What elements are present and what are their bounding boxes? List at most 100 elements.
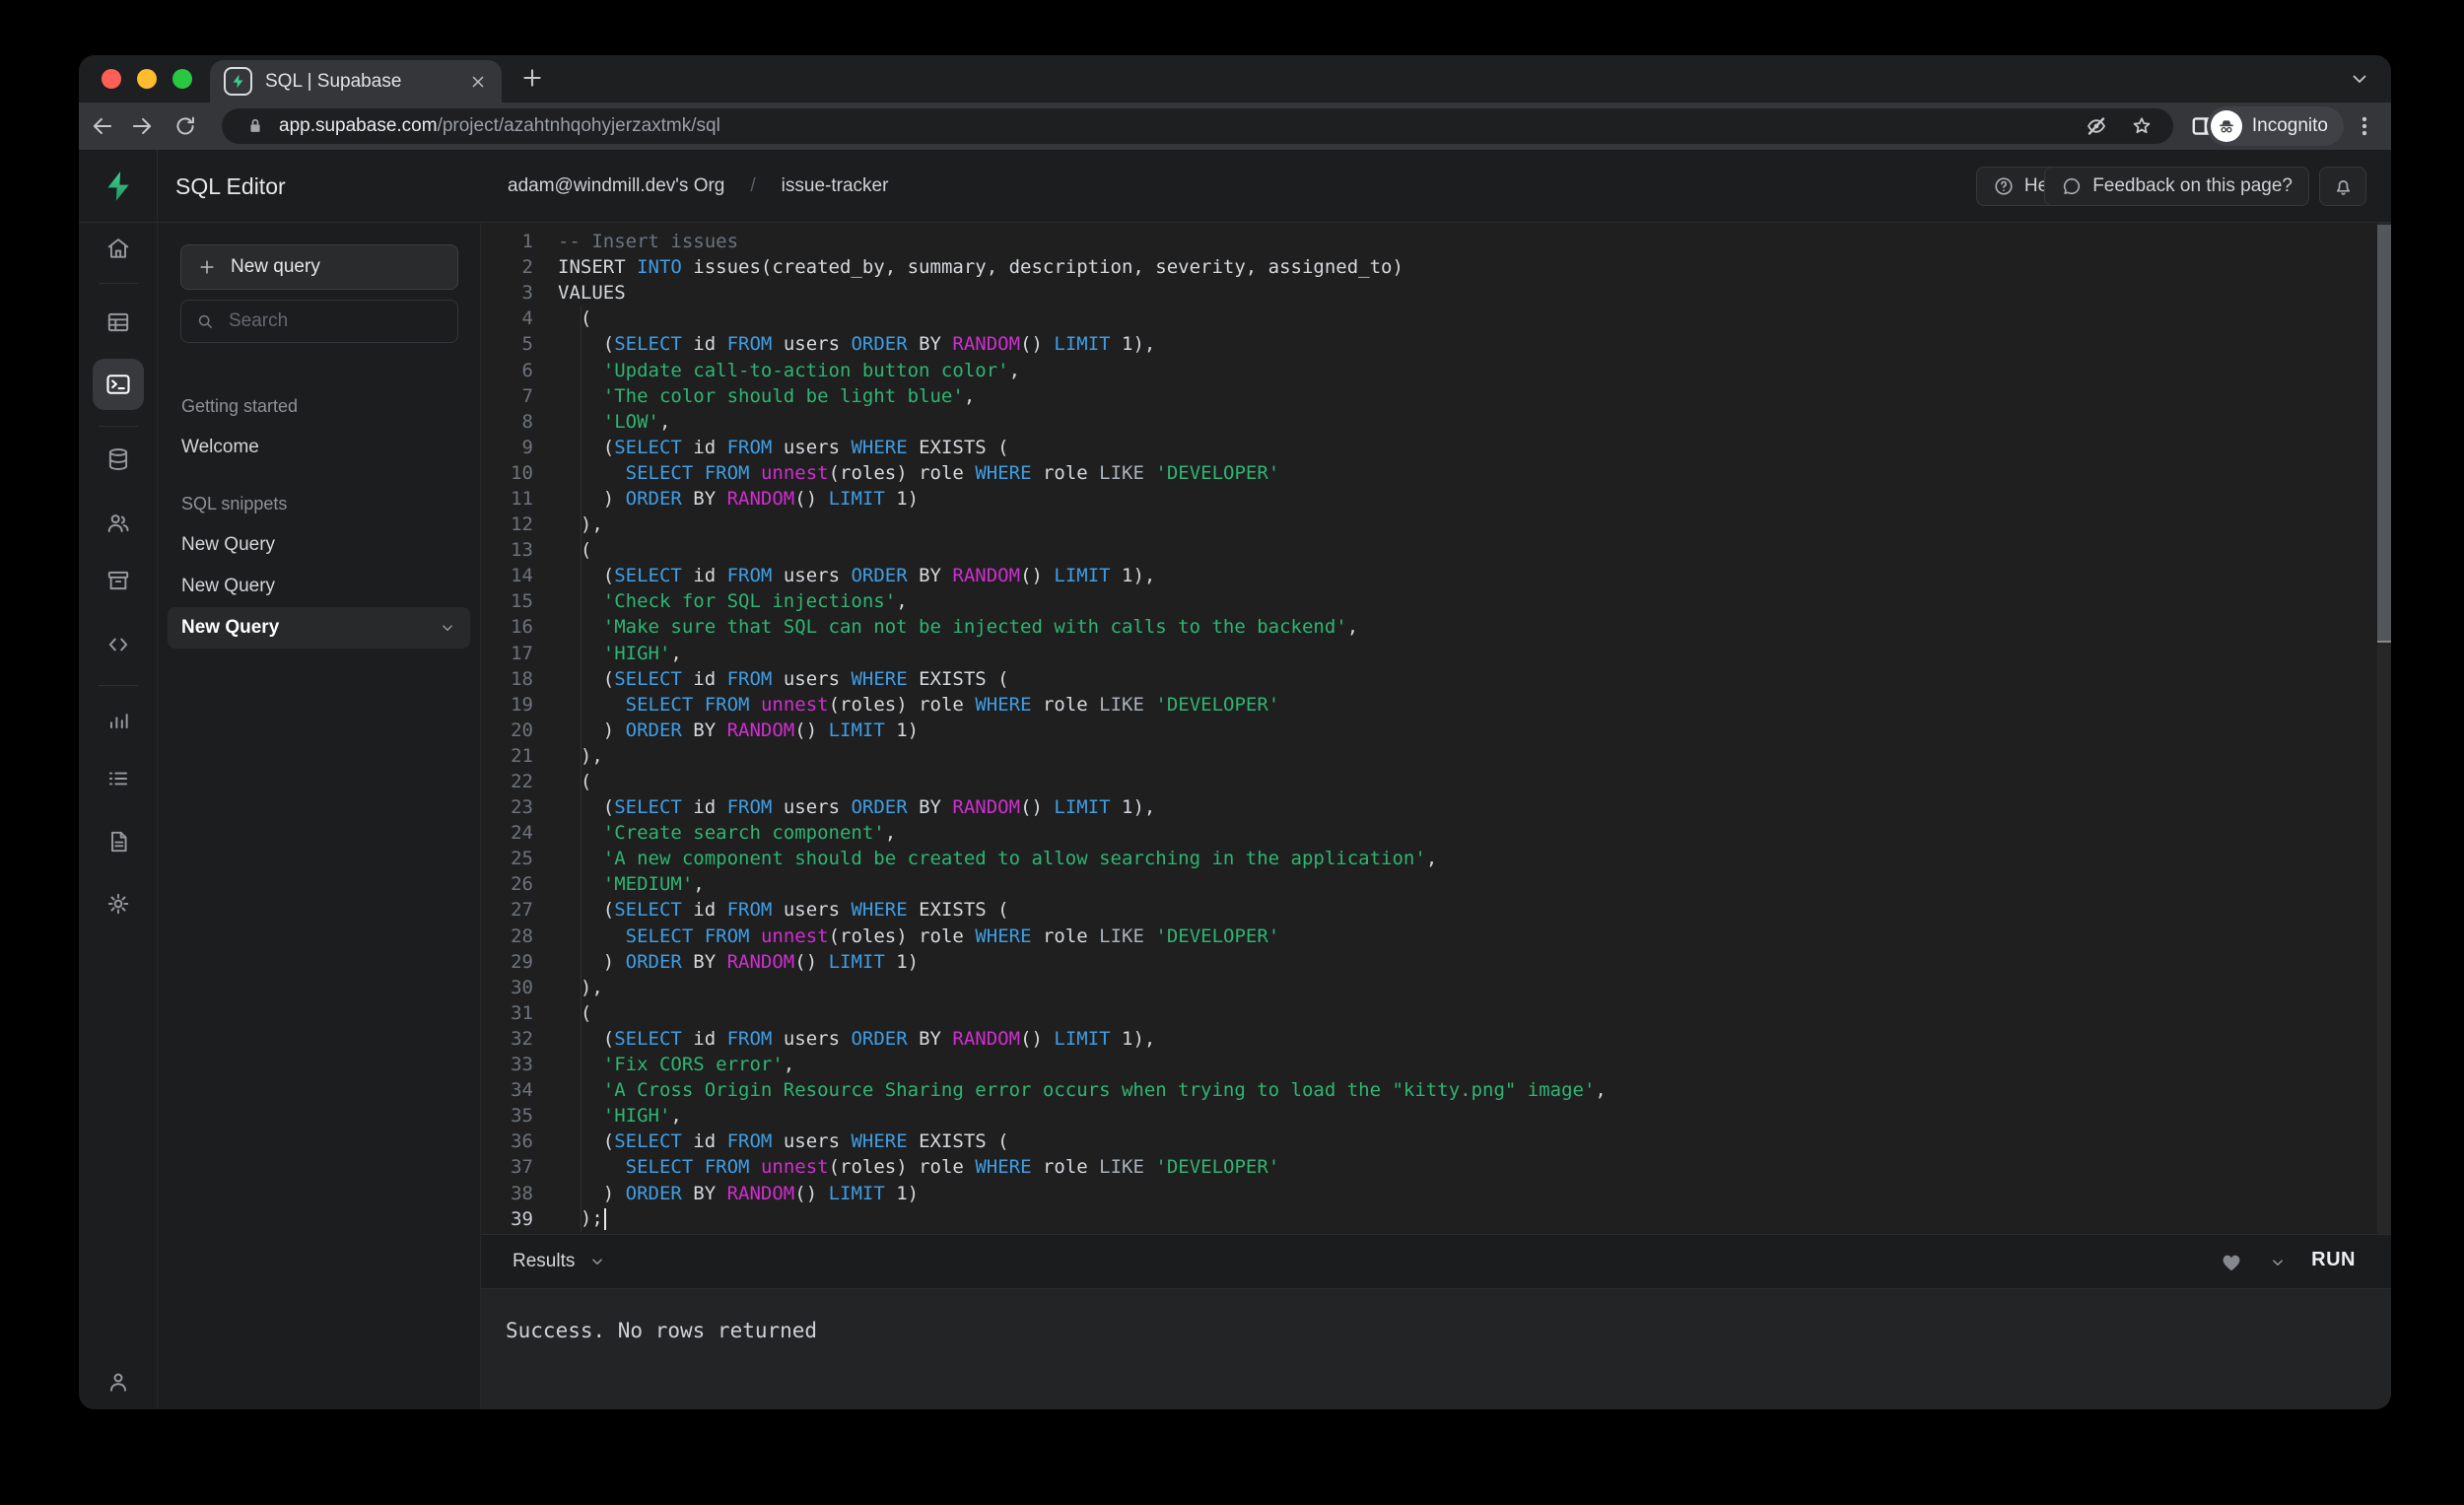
code-line[interactable]: 22 ( bbox=[481, 769, 2391, 794]
tab-search-icon[interactable] bbox=[2348, 67, 2371, 91]
code-line[interactable]: 2 INSERT INTO issues(created_by, summary,… bbox=[481, 254, 2391, 280]
kebab-menu-icon[interactable] bbox=[2352, 113, 2377, 139]
settings-icon[interactable] bbox=[105, 891, 131, 917]
edge-functions-icon[interactable] bbox=[105, 632, 131, 657]
snippet-item-label: New Query bbox=[181, 617, 280, 638]
sql-editor[interactable]: 1 -- Insert issues 2 INSERT INTO issues(cre… bbox=[481, 223, 2391, 1234]
table-editor-icon[interactable] bbox=[105, 309, 131, 335]
code-line[interactable]: 26 'MEDIUM', bbox=[481, 871, 2391, 897]
chevron-down-icon[interactable] bbox=[439, 619, 456, 637]
line-number: 12 bbox=[511, 513, 533, 536]
code-line[interactable]: 10 SELECT FROM unnest(roles) role WHERE … bbox=[481, 460, 2391, 486]
feedback-label: Feedback on this page? bbox=[2092, 175, 2293, 196]
code-line[interactable]: 9 (SELECT id FROM users WHERE EXISTS ( bbox=[481, 435, 2391, 460]
reload-icon[interactable] bbox=[172, 113, 198, 139]
code-line[interactable]: 29 ) ORDER BY RANDOM() LIMIT 1) bbox=[481, 949, 2391, 975]
breadcrumb-project[interactable]: issue-tracker bbox=[782, 175, 889, 197]
close-window-button[interactable] bbox=[102, 69, 121, 89]
chevron-down-icon bbox=[588, 1253, 606, 1270]
code-line[interactable]: 8 'LOW', bbox=[481, 409, 2391, 435]
code-line[interactable]: 33 'Fix CORS error', bbox=[481, 1052, 2391, 1077]
new-tab-icon[interactable] bbox=[518, 64, 546, 92]
forward-icon[interactable] bbox=[129, 113, 155, 139]
api-docs-icon[interactable] bbox=[105, 829, 131, 855]
url-bar[interactable]: app.supabase.com/project/azahtnhqohyjerz… bbox=[222, 108, 2173, 144]
logs-icon[interactable] bbox=[105, 766, 131, 791]
code-line[interactable]: 34 'A Cross Origin Resource Sharing erro… bbox=[481, 1077, 2391, 1103]
code-line[interactable]: 36 (SELECT id FROM users WHERE EXISTS ( bbox=[481, 1129, 2391, 1154]
search-input[interactable]: Search bbox=[180, 300, 458, 343]
code-line[interactable]: 7 'The color should be light blue', bbox=[481, 383, 2391, 409]
code-line[interactable]: 30 ), bbox=[481, 975, 2391, 1000]
snippet-item[interactable]: Welcome bbox=[168, 427, 470, 468]
code-line[interactable]: 21 ), bbox=[481, 743, 2391, 769]
code-line[interactable]: 39 ); bbox=[481, 1206, 2391, 1232]
close-tab-icon[interactable] bbox=[468, 72, 488, 92]
code-line[interactable]: 1 -- Insert issues bbox=[481, 229, 2391, 254]
code-line[interactable]: 32 (SELECT id FROM users ORDER BY RANDOM… bbox=[481, 1026, 2391, 1052]
code-line[interactable]: 19 SELECT FROM unnest(roles) role WHERE … bbox=[481, 692, 2391, 718]
code-line[interactable]: 27 (SELECT id FROM users WHERE EXISTS ( bbox=[481, 897, 2391, 923]
code-line[interactable]: 12 ), bbox=[481, 512, 2391, 537]
snippet-item[interactable]: New Query bbox=[168, 607, 470, 649]
storage-icon[interactable] bbox=[105, 568, 131, 593]
code-line[interactable]: 17 'HIGH', bbox=[481, 641, 2391, 666]
code-line[interactable]: 16 'Make sure that SQL can not be inject… bbox=[481, 614, 2391, 640]
code-line[interactable]: 5 (SELECT id FROM users ORDER BY RANDOM(… bbox=[481, 331, 2391, 357]
code-line[interactable]: 4 ( bbox=[481, 306, 2391, 331]
new-query-button[interactable]: New query bbox=[180, 244, 458, 290]
code-line[interactable]: 11 ) ORDER BY RANDOM() LIMIT 1) bbox=[481, 486, 2391, 512]
code-line[interactable]: 15 'Check for SQL injections', bbox=[481, 588, 2391, 614]
code-line[interactable]: 3 VALUES bbox=[481, 280, 2391, 306]
line-text: -- Insert issues bbox=[558, 231, 739, 253]
run-button[interactable]: RUN bbox=[2311, 1249, 2356, 1271]
home-icon[interactable] bbox=[105, 236, 131, 261]
line-number: 17 bbox=[511, 642, 533, 664]
line-number: 1 bbox=[521, 231, 533, 253]
back-icon[interactable] bbox=[90, 113, 115, 139]
supabase-favicon bbox=[224, 67, 252, 96]
code-line[interactable]: 14 (SELECT id FROM users ORDER BY RANDOM… bbox=[481, 563, 2391, 588]
code-line[interactable]: 23 (SELECT id FROM users ORDER BY RANDOM… bbox=[481, 794, 2391, 820]
breadcrumb-org[interactable]: adam@windmill.dev's Org bbox=[508, 175, 724, 197]
code-line[interactable]: 35 'HIGH', bbox=[481, 1103, 2391, 1129]
code-line[interactable]: 31 ( bbox=[481, 1000, 2391, 1026]
search-placeholder: Search bbox=[229, 310, 289, 331]
code-line[interactable]: 28 SELECT FROM unnest(roles) role WHERE … bbox=[481, 924, 2391, 949]
database-icon[interactable] bbox=[105, 446, 131, 472]
code-line[interactable]: 24 'Create search component', bbox=[481, 820, 2391, 846]
feedback-button[interactable]: Feedback on this page? bbox=[2044, 167, 2309, 206]
line-text: (SELECT id FROM users WHERE EXISTS ( bbox=[558, 667, 1009, 690]
browser-tab[interactable]: SQL | Supabase bbox=[210, 60, 502, 103]
zoom-window-button[interactable] bbox=[172, 69, 192, 89]
supabase-logo[interactable] bbox=[79, 150, 158, 223]
results-tab[interactable]: Results bbox=[513, 1251, 606, 1272]
snippet-item[interactable]: New Query bbox=[168, 566, 470, 607]
line-number: 24 bbox=[511, 822, 533, 845]
auth-users-icon[interactable] bbox=[104, 510, 131, 536]
chevron-down-icon[interactable] bbox=[2269, 1254, 2287, 1271]
heart-icon[interactable] bbox=[2220, 1251, 2243, 1274]
code-line[interactable]: 13 ( bbox=[481, 537, 2391, 563]
code-line[interactable]: 25 'A new component should be created to… bbox=[481, 846, 2391, 871]
code-line[interactable]: 18 (SELECT id FROM users WHERE EXISTS ( bbox=[481, 666, 2391, 692]
line-text: 'Check for SQL injections', bbox=[602, 590, 908, 613]
sql-editor-icon[interactable] bbox=[93, 359, 144, 410]
notifications-button[interactable] bbox=[2319, 167, 2366, 206]
code-line[interactable]: 6 'Update call-to-action button color', bbox=[481, 357, 2391, 382]
editor-scrollbar[interactable] bbox=[2377, 223, 2391, 1234]
code-line[interactable]: 20 ) ORDER BY RANDOM() LIMIT 1) bbox=[481, 718, 2391, 743]
snippet-item[interactable]: New Query bbox=[168, 524, 470, 566]
star-icon[interactable] bbox=[2130, 114, 2154, 138]
indent-guide bbox=[581, 306, 582, 1232]
line-number: 39 bbox=[511, 1207, 533, 1230]
scrollbar-thumb[interactable] bbox=[2377, 225, 2391, 643]
code-line[interactable]: 38 ) ORDER BY RANDOM() LIMIT 1) bbox=[481, 1180, 2391, 1205]
minimize-window-button[interactable] bbox=[137, 69, 157, 89]
reports-icon[interactable] bbox=[105, 707, 131, 732]
account-icon[interactable] bbox=[105, 1369, 131, 1395]
eye-off-icon[interactable] bbox=[2085, 114, 2108, 138]
code-line[interactable]: 37 SELECT FROM unnest(roles) role WHERE … bbox=[481, 1154, 2391, 1180]
page-title: SQL Editor bbox=[175, 172, 286, 199]
chat-bubble-icon bbox=[2061, 175, 2083, 197]
